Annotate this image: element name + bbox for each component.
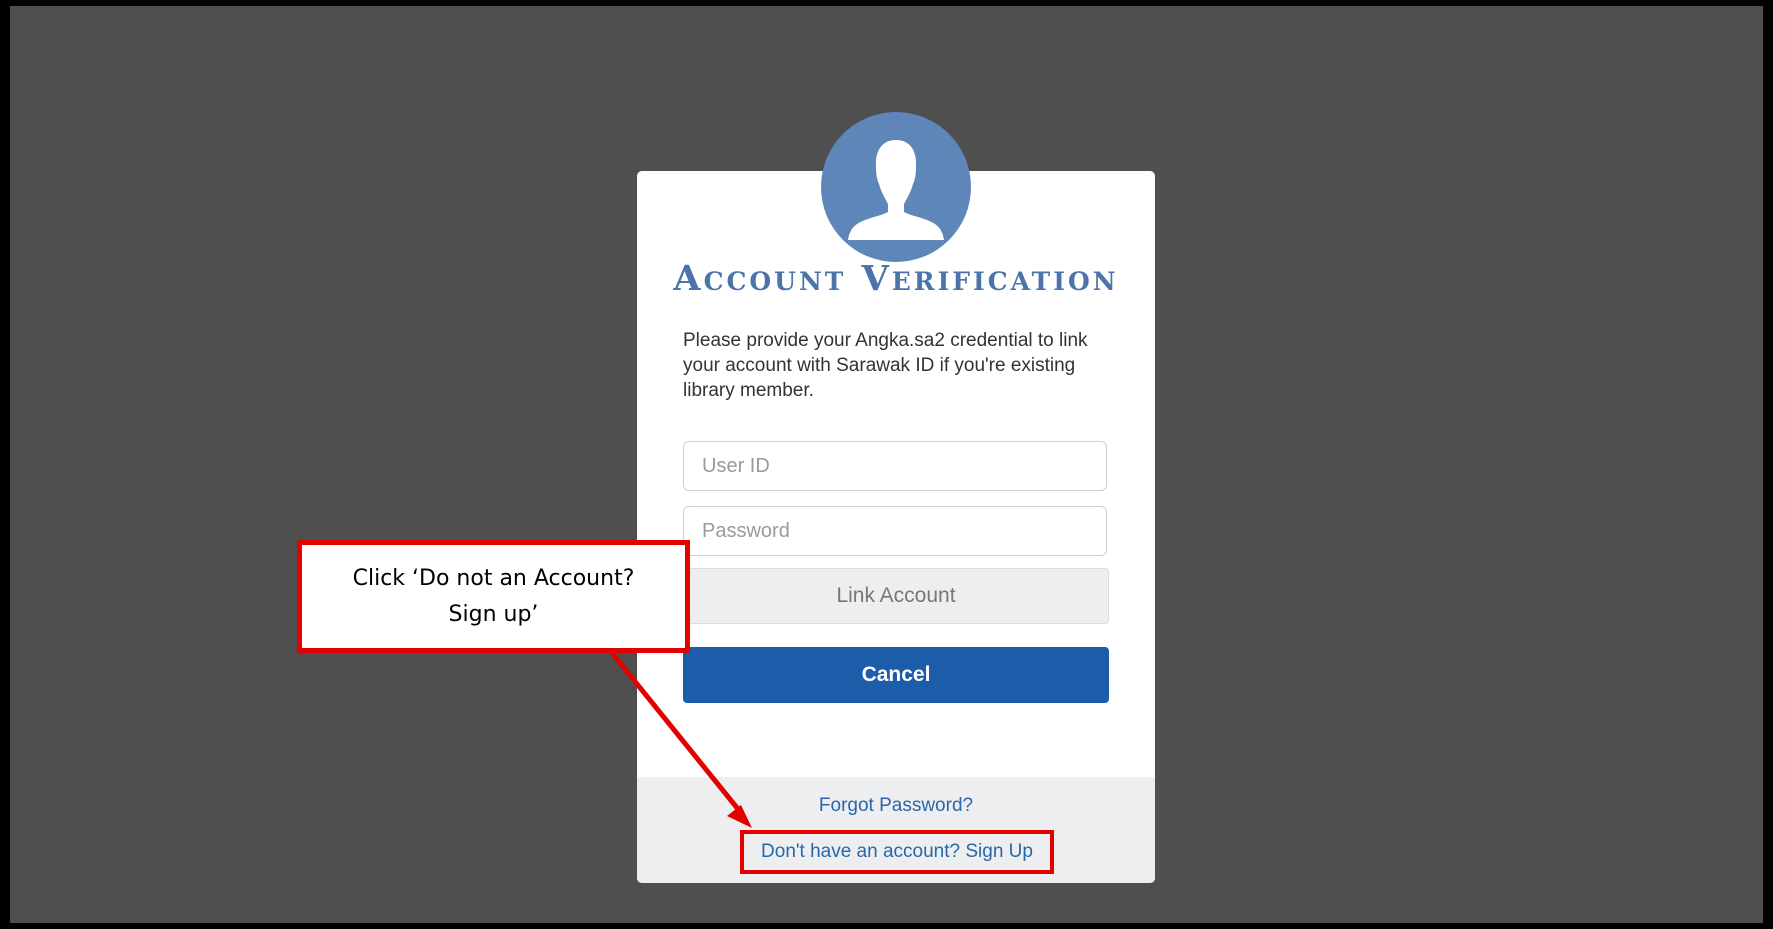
callout-line-2: Sign up’ [448,601,539,627]
signup-highlight-box: Don't have an account? Sign Up [740,830,1054,874]
cancel-button[interactable]: Cancel [683,647,1109,703]
forgot-password-link[interactable]: Forgot Password? [637,795,1155,817]
user-id-input[interactable] [683,441,1107,491]
user-avatar-icon [821,112,971,262]
annotation-callout: Click ‘Do not an Account? Sign up’ [297,540,690,653]
signup-link[interactable]: Don't have an account? Sign Up [761,841,1033,863]
link-account-button[interactable]: Link Account [683,568,1109,624]
password-input[interactable] [683,506,1107,556]
dialog-description: Please provide your Angka.sa2 credential… [683,330,1088,401]
callout-line-1: Click ‘Do not an Account? [352,565,635,591]
dialog-title: Account Verification [673,258,1119,299]
